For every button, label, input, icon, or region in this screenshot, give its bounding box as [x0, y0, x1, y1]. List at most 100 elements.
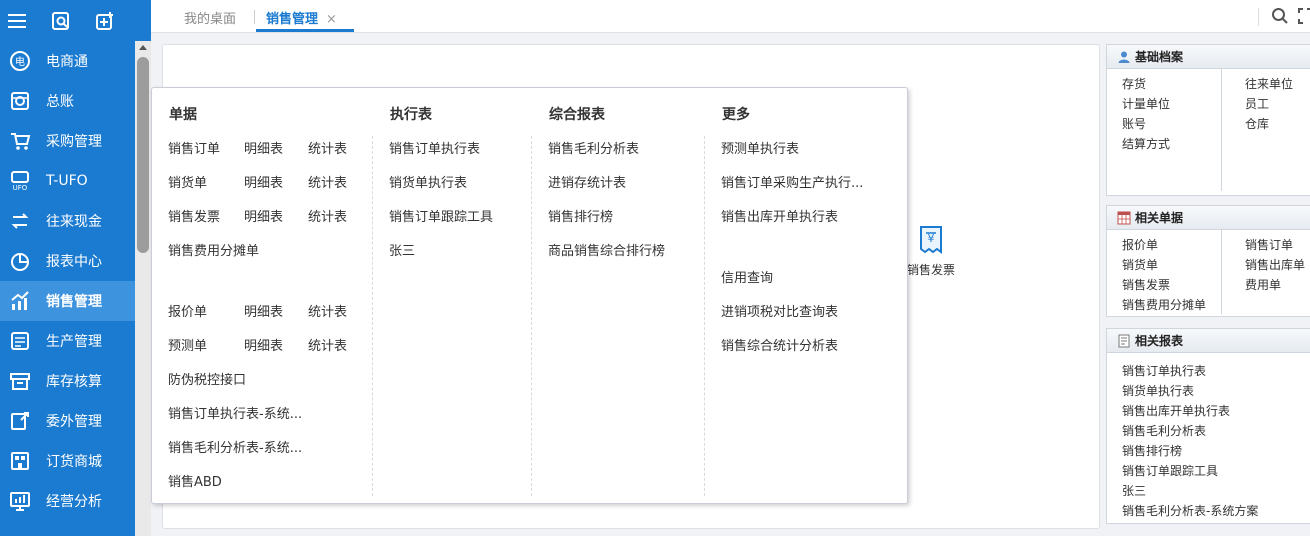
menu-item-invoice-stats[interactable]: 统计表	[308, 206, 347, 225]
menu-item-quotation-stats[interactable]: 统计表	[308, 301, 347, 320]
link-settlement-method[interactable]: 结算方式	[1122, 135, 1170, 152]
menu-heading-reports: 综合报表	[549, 107, 605, 123]
menu-item-sales-analysis[interactable]: 销售综合统计分析表	[721, 335, 838, 354]
menu-item-credit-query[interactable]: 信用查询	[721, 267, 773, 286]
shortcut-label: 销售发票	[906, 263, 955, 277]
menu-item-delivery-exec[interactable]: 销货单执行表	[389, 172, 467, 191]
menu-item-gross-margin[interactable]: 销售毛利分析表	[548, 138, 639, 157]
sidebar-item-label: 订货商城	[46, 454, 102, 470]
menu-item-delivery-stats[interactable]: 统计表	[308, 172, 347, 191]
menu-item-product-ranking[interactable]: 商品销售综合排行榜	[548, 240, 665, 259]
sidebar-item-cash[interactable]: 往来现金	[0, 201, 135, 241]
sidebar-item-label: 采购管理	[46, 134, 102, 150]
tab-desktop[interactable]: 我的桌面	[184, 8, 236, 27]
link-account[interactable]: 账号	[1122, 115, 1146, 132]
add-icon[interactable]	[94, 10, 116, 32]
menu-item-invoice-detail[interactable]: 明细表	[244, 206, 283, 225]
sidebar-item-tufo[interactable]: UFO T-UFO	[0, 161, 135, 201]
link-report-delivery-exec[interactable]: 销货单执行表	[1122, 382, 1194, 399]
scrollbar-thumb[interactable]	[137, 57, 149, 253]
menu-item-sales-invoice[interactable]: 销售发票	[168, 206, 220, 225]
fullscreen-icon[interactable]	[1298, 8, 1310, 28]
menu-item-outbound-invoice-exec[interactable]: 销售出库开单执行表	[721, 206, 838, 225]
scroll-up-icon[interactable]	[139, 45, 147, 50]
menu-item-sales-abd[interactable]: 销售ABD	[168, 471, 222, 490]
menu-item-psi-stats[interactable]: 进销存统计表	[548, 172, 626, 191]
menu-item-quotation-detail[interactable]: 明细表	[244, 301, 283, 320]
sidebar-item-analysis[interactable]: 经营分析	[0, 481, 135, 521]
link-delivery-note[interactable]: 销货单	[1122, 256, 1158, 273]
sidebar-item-label: 电商通	[46, 54, 88, 70]
menu-item-delivery-note[interactable]: 销货单	[168, 172, 207, 191]
panel-title: 相关单据	[1135, 211, 1184, 225]
column-divider	[372, 136, 373, 496]
menu-item-tax-compare[interactable]: 进销项税对比查询表	[721, 301, 838, 320]
menu-item-expense-allocation[interactable]: 销售费用分摊单	[168, 240, 259, 259]
link-report-order-exec[interactable]: 销售订单执行表	[1122, 362, 1206, 379]
search-icon[interactable]	[1271, 7, 1289, 29]
menu-item-sales-order[interactable]: 销售订单	[168, 138, 220, 157]
link-sales-outbound[interactable]: 销售出库单	[1245, 256, 1305, 273]
panel-header: 相关单据	[1107, 206, 1310, 230]
search-doc-icon[interactable]	[50, 10, 72, 32]
link-report-margin-system[interactable]: 销售毛利分析表-系统方案	[1122, 502, 1258, 519]
sidebar-item-inventory[interactable]: 库存核算	[0, 361, 135, 401]
link-sales-invoice[interactable]: 销售发票	[1122, 276, 1170, 293]
sales-dropdown-menu: 单据 销售订单 明细表 统计表 销货单 明细表 统计表 销售发票 明细表 统计表…	[151, 87, 908, 504]
menu-item-forecast-stats[interactable]: 统计表	[308, 335, 347, 354]
menu-item-forecast-exec[interactable]: 预测单执行表	[721, 138, 799, 157]
sidebar-item-ecommerce[interactable]: 电 电商通	[0, 41, 135, 81]
ufo-icon: UFO	[2, 161, 38, 201]
link-expense-allocation[interactable]: 销售费用分摊单	[1122, 296, 1206, 313]
link-report-ranking[interactable]: 销售排行榜	[1122, 442, 1182, 459]
menu-item-order-exec[interactable]: 销售订单执行表	[389, 138, 480, 157]
link-expense-note[interactable]: 费用单	[1245, 276, 1281, 293]
menu-item-order-purchase-production[interactable]: 销售订单采购生产执行...	[721, 172, 863, 191]
link-quotation[interactable]: 报价单	[1122, 236, 1158, 253]
sidebar-item-sales[interactable]: 销售管理	[0, 281, 135, 321]
app-window: 电 电商通 总账 采购管理 UFO T-UFO 往来现金 报表中心 销售管理 生…	[0, 0, 1310, 536]
menu-icon[interactable]	[6, 10, 28, 32]
sidebar-item-production[interactable]: 生产管理	[0, 321, 135, 361]
menu-item-forecast[interactable]: 预测单	[168, 335, 207, 354]
sidebar-item-ledger[interactable]: 总账	[0, 81, 135, 121]
shortcut-sales-invoice[interactable]: ¥ 销售发票	[905, 225, 957, 278]
menu-item-anti-counterfeit[interactable]: 防伪税控接口	[168, 369, 246, 388]
menu-item-sales-ranking[interactable]: 销售排行榜	[548, 206, 613, 225]
menu-heading-more: 更多	[722, 107, 750, 123]
menu-item-delivery-detail[interactable]: 明细表	[244, 172, 283, 191]
outsourcing-icon	[2, 401, 38, 441]
menu-item-zhangsan[interactable]: 张三	[389, 240, 415, 259]
menu-item-margin-system[interactable]: 销售毛利分析表-系统...	[168, 437, 302, 456]
close-icon[interactable]: ×	[326, 12, 337, 27]
link-sales-order[interactable]: 销售订单	[1245, 236, 1293, 253]
link-report-zhangsan[interactable]: 张三	[1122, 482, 1146, 499]
svg-text:¥: ¥	[928, 232, 935, 245]
tab-divider	[254, 10, 255, 24]
menu-item-sales-order-stats[interactable]: 统计表	[308, 138, 347, 157]
link-report-gross-margin[interactable]: 销售毛利分析表	[1122, 422, 1206, 439]
menu-item-quotation[interactable]: 报价单	[168, 301, 207, 320]
menu-item-forecast-detail[interactable]: 明细表	[244, 335, 283, 354]
link-inventory-item[interactable]: 存货	[1122, 75, 1146, 92]
sales-icon	[2, 281, 38, 321]
sidebar-item-purchase[interactable]: 采购管理	[0, 121, 135, 161]
link-report-outbound-exec[interactable]: 销售出库开单执行表	[1122, 402, 1230, 419]
column-divider	[704, 136, 705, 496]
tab-sales-management[interactable]: 销售管理 ×	[256, 8, 354, 32]
sidebar-item-outsourcing[interactable]: 委外管理	[0, 401, 135, 441]
user-icon	[1117, 50, 1131, 64]
sidebar-scrollbar[interactable]	[135, 41, 151, 536]
sidebar-item-report-center[interactable]: 报表中心	[0, 241, 135, 281]
link-business-partner[interactable]: 往来单位	[1245, 75, 1293, 92]
link-employee[interactable]: 员工	[1245, 95, 1269, 112]
sidebar-item-mall[interactable]: 订货商城	[0, 441, 135, 481]
link-unit-of-measure[interactable]: 计量单位	[1122, 95, 1170, 112]
menu-item-sales-order-detail[interactable]: 明细表	[244, 138, 283, 157]
panel-title: 基础档案	[1135, 50, 1184, 64]
link-report-order-tracking[interactable]: 销售订单跟踪工具	[1122, 462, 1218, 479]
menu-item-order-tracking[interactable]: 销售订单跟踪工具	[389, 206, 493, 225]
menu-item-order-exec-system[interactable]: 销售订单执行表-系统...	[168, 403, 302, 422]
toolbar-divider	[1258, 8, 1259, 26]
link-warehouse[interactable]: 仓库	[1245, 115, 1269, 132]
